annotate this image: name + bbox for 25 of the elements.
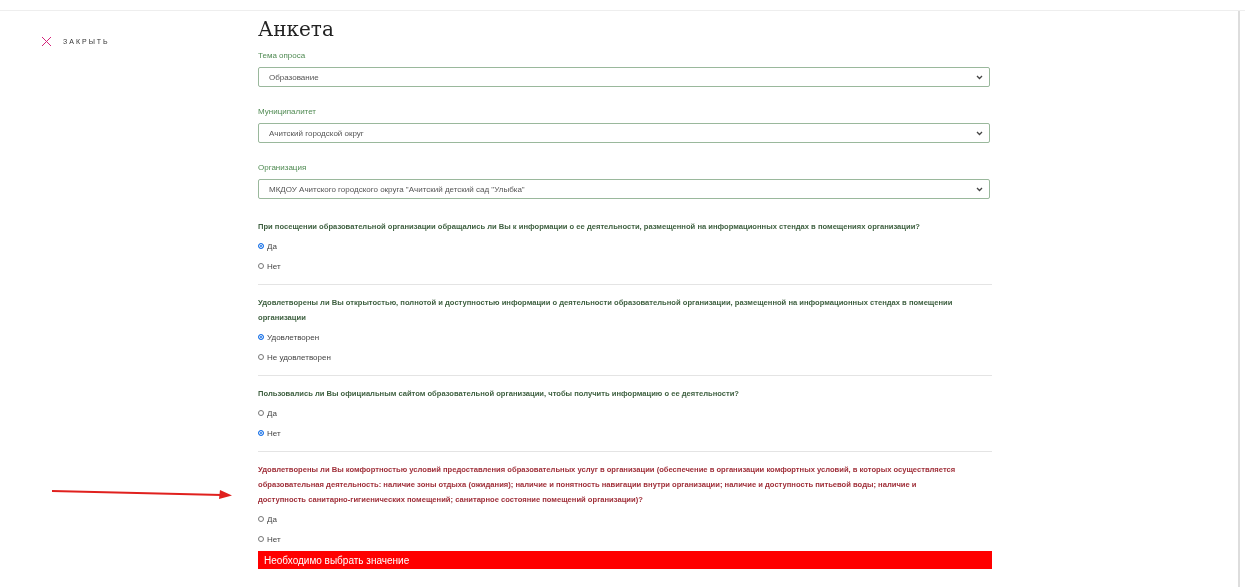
radio-button[interactable] xyxy=(258,536,264,542)
radio-button[interactable] xyxy=(258,263,264,269)
page-title: Анкета xyxy=(258,17,335,41)
select-field[interactable]: Образование xyxy=(258,67,990,87)
radio-label[interactable]: Нет xyxy=(267,534,281,544)
radio-label[interactable]: Нет xyxy=(267,428,281,438)
error-message: Необходимо выбрать значение xyxy=(258,551,992,569)
select-field[interactable]: МКДОУ Ачитского городского округа "Ачитский детский сад "Улыбка" xyxy=(258,179,990,199)
field-label: Организация xyxy=(258,163,308,172)
radio-button[interactable] xyxy=(258,354,264,360)
radio-label[interactable]: Да xyxy=(267,514,277,524)
radio-label[interactable]: Да xyxy=(267,408,277,418)
radio-label[interactable]: Да xyxy=(267,241,277,251)
field-label: Тема опроса xyxy=(258,51,307,60)
chevron-down-icon xyxy=(976,186,983,192)
radio-label[interactable]: Удовлетворен xyxy=(267,332,320,342)
chevron-down-icon xyxy=(976,130,983,136)
radio-label[interactable]: Не удовлетворен xyxy=(267,352,331,362)
radio-button[interactable] xyxy=(258,410,264,416)
radio-label[interactable]: Нет xyxy=(267,261,281,271)
field-label: Муниципалитет xyxy=(258,107,318,116)
select-field[interactable]: Ачитский городской округ xyxy=(258,123,990,143)
chevron-down-icon xyxy=(976,74,983,80)
close-icon xyxy=(42,37,51,46)
radio-button[interactable] xyxy=(258,516,264,522)
